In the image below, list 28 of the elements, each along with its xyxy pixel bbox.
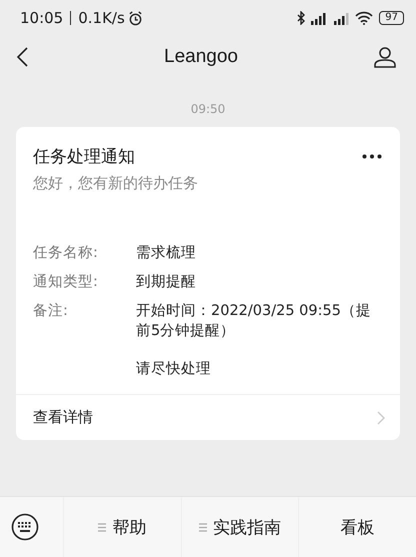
status-time: 10:05	[20, 9, 64, 27]
bluetooth-icon	[297, 11, 306, 25]
alarm-icon	[128, 10, 143, 26]
menu-icon	[98, 522, 106, 532]
network-speed: 0.1K/s	[78, 9, 125, 27]
field-value: 请尽快处理	[136, 360, 212, 379]
card-subtitle: 您好，您有新的待办任务	[32, 173, 199, 193]
menu-button[interactable]: 帮助	[63, 497, 181, 557]
nav-title: Leangoo	[164, 46, 238, 68]
keyboard-icon[interactable]	[11, 513, 39, 541]
field-label: 任务名称:	[33, 244, 99, 263]
more-icon[interactable]	[362, 154, 382, 159]
message-timestamp: 09:50	[190, 102, 226, 116]
battery-indicator: 97	[379, 11, 404, 25]
wifi-icon	[355, 11, 374, 25]
details-link[interactable]: 查看详情	[16, 394, 400, 440]
back-icon[interactable]	[16, 47, 28, 67]
profile-icon[interactable]	[374, 46, 396, 68]
menu-button[interactable]: 看板	[298, 497, 416, 557]
field-label: 备注:	[33, 302, 69, 321]
field-value: 到期提醒	[136, 273, 196, 292]
menu-icon	[199, 522, 207, 532]
field-value: 需求梳理	[136, 244, 196, 263]
chevron-icon	[377, 410, 385, 424]
field-value: 开始时间：2022/03/25 09:55（提前5分钟提醒）	[136, 302, 372, 341]
menu-button[interactable]: 实践指南	[180, 497, 298, 557]
card-title: 任务处理通知	[33, 146, 135, 168]
field-label: 通知类型:	[33, 273, 99, 292]
